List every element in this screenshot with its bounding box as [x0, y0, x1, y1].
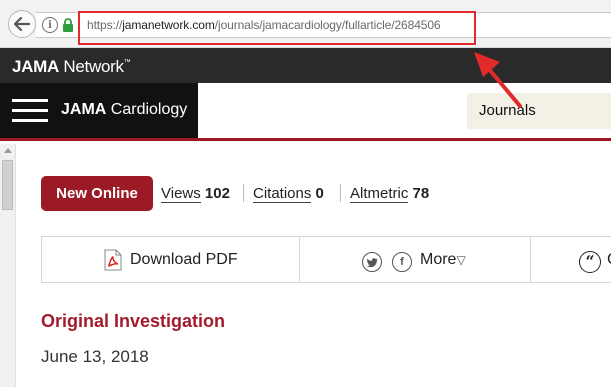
- toolbar-divider: [299, 237, 300, 282]
- logo-tm: ™: [123, 59, 131, 66]
- back-button[interactable]: [8, 10, 36, 38]
- cite-icon[interactable]: “: [579, 251, 601, 273]
- altmetric-label: Altmetric: [350, 185, 409, 203]
- cite-label[interactable]: C: [607, 251, 611, 269]
- article-type-heading[interactable]: Original Investigation: [41, 311, 225, 332]
- more-caret-icon: ▽: [456, 253, 466, 267]
- views-count: 102: [204, 185, 230, 202]
- page-scrollbar[interactable]: [0, 144, 16, 387]
- toolbar-divider: [530, 237, 531, 282]
- network-header: JAMA Network™: [0, 48, 611, 83]
- hamburger-icon[interactable]: [12, 99, 48, 123]
- meta-divider: [243, 184, 244, 202]
- altmetric-metric[interactable]: Altmetric 78: [350, 185, 430, 203]
- journals-label: Journals: [479, 102, 536, 119]
- more-label: More: [420, 251, 457, 268]
- logo-bold: JAMA: [12, 57, 59, 76]
- views-metric[interactable]: Views 102: [161, 185, 230, 203]
- scroll-thumb[interactable]: [2, 160, 13, 210]
- journal-nav: JAMA Cardiology: [0, 83, 198, 138]
- altmetric-count: 78: [412, 185, 430, 202]
- article-toolbar: Download PDF f More▽ “ C: [41, 236, 611, 283]
- url-annotation-box: [78, 11, 476, 45]
- download-pdf-button[interactable]: Download PDF: [104, 249, 238, 271]
- back-arrow-icon: [14, 17, 30, 31]
- scroll-up-icon[interactable]: [4, 148, 12, 153]
- meta-divider: [340, 184, 341, 202]
- facebook-icon[interactable]: f: [392, 252, 412, 272]
- citations-label: Citations: [253, 185, 312, 203]
- citations-count: 0: [315, 185, 324, 202]
- journal-title[interactable]: JAMA Cardiology: [61, 101, 187, 119]
- journal-header: JAMA Cardiology Journals: [0, 83, 611, 141]
- new-online-badge[interactable]: New Online: [41, 176, 153, 211]
- article-date: June 13, 2018: [41, 347, 149, 366]
- journal-name-light: Cardiology: [106, 101, 188, 118]
- more-share-button[interactable]: More▽: [420, 251, 466, 269]
- pdf-icon: [104, 249, 122, 271]
- jama-network-logo[interactable]: JAMA Network™: [12, 57, 131, 77]
- journal-name-bold: JAMA: [61, 101, 107, 118]
- logo-light: Network: [58, 57, 124, 76]
- twitter-icon[interactable]: [362, 252, 382, 272]
- info-icon[interactable]: i: [42, 17, 58, 33]
- citations-metric[interactable]: Citations 0: [253, 185, 324, 203]
- journals-dropdown-button[interactable]: Journals: [467, 93, 611, 129]
- download-pdf-label: Download PDF: [130, 251, 238, 268]
- browser-toolbar: i https://jamanetwork.com/journals/jamac…: [0, 0, 611, 48]
- lock-icon: [63, 18, 73, 32]
- views-label: Views: [161, 185, 201, 203]
